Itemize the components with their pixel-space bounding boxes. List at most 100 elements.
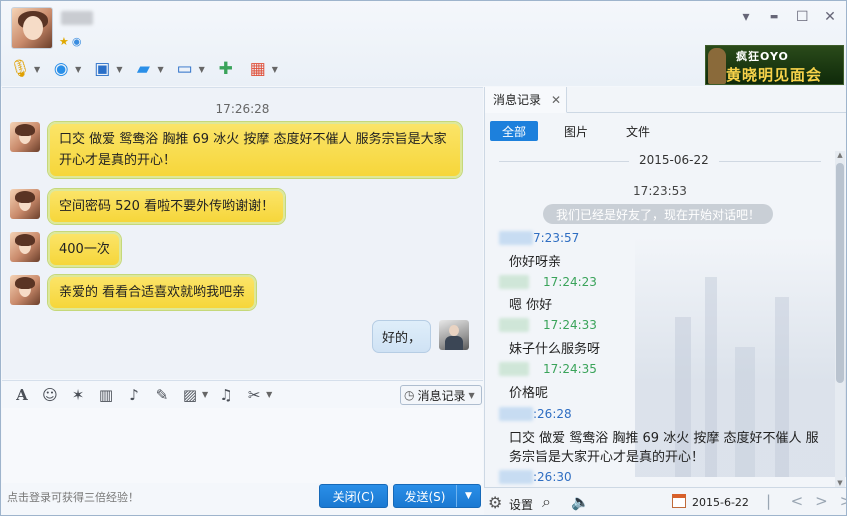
screen-share-button[interactable]: ▭ ▼ <box>174 56 205 82</box>
gif-icon[interactable]: ▥ <box>96 385 116 405</box>
history-sender: 17:24:35 <box>499 362 597 376</box>
image-icon[interactable]: ▨ <box>180 385 200 405</box>
history-pane: 消息记录 ✕ 全部 图片 文件 2015-06-22 17:23:53 我们已经… <box>484 87 846 487</box>
sender-name-blurred <box>499 470 533 484</box>
first-page-icon[interactable]: |< <box>766 492 779 515</box>
message-history-button[interactable]: ◷ 消息记录 ▼ <box>400 385 482 405</box>
sender-name-blurred <box>499 318 529 332</box>
message-row: 亲爱的 看看合适喜欢就哟我吧亲 <box>10 275 257 310</box>
history-timestamp: :26:28 <box>533 407 572 421</box>
history-timestamp: 7:23:57 <box>533 231 580 245</box>
send-button[interactable]: 发送(S) ▼ <box>393 484 481 508</box>
history-footer-date[interactable]: 2015-6-22 <box>692 496 749 509</box>
remote-desktop-button[interactable]: ▣ ▼ <box>91 56 122 82</box>
close-icon[interactable]: ✕ <box>824 9 836 25</box>
chat-messages-area: 17:26:28 口交 做爱 鸳鸯浴 胸推 69 冰火 按摩 态度好不催人 服务… <box>2 87 483 379</box>
history-message[interactable]: 价格呢 <box>509 384 548 403</box>
ad-figure-image <box>708 48 726 84</box>
send-label[interactable]: 发送(S) <box>394 488 456 505</box>
tab-message-history[interactable]: 消息记录 ✕ <box>485 87 567 113</box>
sender-name-blurred <box>499 275 529 289</box>
history-sender: 17:24:33 <box>499 318 597 332</box>
gear-icon[interactable]: ⚙ <box>488 493 502 512</box>
apps-button[interactable]: ▦ ▼ <box>247 56 278 82</box>
search-icon[interactable]: ⌕ <box>542 492 551 512</box>
minimize-icon[interactable]: ▬ <box>768 9 780 25</box>
ad-line1: 疯狂OYO <box>736 50 789 63</box>
screen-share-icon: ▭ <box>176 59 193 79</box>
sender-avatar[interactable] <box>10 275 40 305</box>
history-timestamp: 17:24:33 <box>543 318 597 332</box>
maximize-icon[interactable]: ☐ <box>796 9 809 25</box>
prev-page-icon[interactable]: < <box>791 492 804 515</box>
message-input[interactable] <box>2 408 483 483</box>
sender-name-blurred <box>499 231 533 245</box>
close-button[interactable]: 关闭(C) <box>319 484 388 508</box>
history-timestamp: :26:30 <box>533 470 572 484</box>
filter-files[interactable]: 文件 <box>614 121 662 141</box>
send-options-chevron-icon[interactable]: ▼ <box>456 485 480 507</box>
contact-avatar[interactable] <box>11 7 53 49</box>
message-bubble[interactable]: 亲爱的 看看合适喜欢就哟我吧亲 <box>48 275 257 310</box>
shake-icon[interactable]: ✶ <box>68 385 88 405</box>
menu-dropdown-icon[interactable]: ▾ <box>740 9 752 25</box>
voice-message-icon[interactable]: ♪ <box>124 385 144 405</box>
clock-icon: ◷ <box>404 388 415 402</box>
next-page-icon[interactable]: > <box>815 492 828 515</box>
settings-label[interactable]: 设置 <box>509 496 533 513</box>
scrollbar-thumb[interactable] <box>836 163 844 383</box>
sender-avatar[interactable] <box>10 122 40 152</box>
music-icon[interactable]: ♫ <box>216 385 236 405</box>
input-toolbar: A ☺ ✶ ▥ ♪ ✎ ▨ ▼ ♫ ✂ ▼ ◷ 消息记录 ▼ <box>2 380 483 408</box>
history-first-time: 17:23:53 <box>633 184 687 198</box>
last-page-icon[interactable]: >| <box>840 492 846 515</box>
status-icons: ★ ◉ <box>59 35 81 48</box>
ad-banner[interactable]: 疯狂OYO 黄晓明见面会 <box>705 45 844 85</box>
top-toolbar: 🎙 ▼ ◉ ▼ ▣ ▼ ▰ ▼ ▭ ▼ ✚ ▦ ▼ <box>9 56 278 82</box>
filter-images[interactable]: 图片 <box>552 121 600 141</box>
sender-avatar[interactable] <box>10 189 40 219</box>
my-avatar[interactable] <box>439 320 469 350</box>
video-call-button[interactable]: ◉ ▼ <box>50 56 82 82</box>
screenshot-scissors-icon[interactable]: ✂ <box>244 385 264 405</box>
emoji-icon[interactable]: ☺ <box>40 385 60 405</box>
history-scrollbar[interactable]: ▲ ▼ <box>835 151 845 487</box>
chat-timestamp: 17:26:28 <box>215 102 270 116</box>
history-sender: 17:24:23 <box>499 275 597 289</box>
history-pagination: |< < > >| <box>766 492 846 515</box>
history-message[interactable]: 妹子什么服务呀 <box>509 340 600 359</box>
sender-avatar[interactable] <box>10 232 40 262</box>
history-message[interactable]: 嗯 你好 <box>509 296 552 315</box>
history-message[interactable]: 你好呀亲 <box>509 253 561 272</box>
history-message[interactable]: 口交 做爱 鸳鸯浴 胸推 69 冰火 按摩 态度好不催人 服务宗旨是大家开心才是… <box>509 429 819 467</box>
close-tab-icon[interactable]: ✕ <box>551 93 561 107</box>
edit-icon[interactable]: ✎ <box>152 385 172 405</box>
message-bubble[interactable]: 400一次 <box>48 232 121 267</box>
history-sender: 7:23:57 <box>499 231 579 245</box>
tab-label: 消息记录 <box>493 93 542 107</box>
ad-line2: 黄晓明见面会 <box>726 66 823 84</box>
chevron-down-icon: ▼ <box>468 390 475 400</box>
history-footer: ⚙ 设置 ⌕ 🔈 2015-6-22 |< < > >| <box>484 487 846 515</box>
monitor-icon: ▣ <box>94 59 111 79</box>
speaker-icon[interactable]: 🔈 <box>571 493 590 511</box>
create-discussion-button[interactable]: ✚ <box>215 56 237 82</box>
contact-name[interactable] <box>61 11 93 25</box>
calendar-icon[interactable] <box>672 494 686 508</box>
chat-add-icon: ✚ <box>218 59 233 79</box>
voice-call-button[interactable]: 🎙 ▼ <box>9 56 40 82</box>
date-divider: 2015-06-22 <box>499 153 821 169</box>
scroll-up-icon[interactable]: ▲ <box>835 151 845 159</box>
filter-all[interactable]: 全部 <box>490 121 539 141</box>
scroll-down-icon[interactable]: ▼ <box>835 479 845 487</box>
chat-window: ★ ◉ ▾ ▬ ☐ ✕ 🎙 ▼ ◉ ▼ ▣ ▼ ▰ ▼ ▭ ▼ ✚ ▦ ▼ 疯狂OYO 黄 <box>0 0 847 516</box>
message-bubble[interactable]: 空间密码 520 看啦不要外传哟谢谢！ <box>48 189 286 224</box>
history-sender: :26:30 <box>499 470 572 484</box>
font-icon[interactable]: A <box>12 385 32 405</box>
history-timestamp: 17:24:35 <box>543 362 597 376</box>
login-tip[interactable]: 点击登录可获得三倍经验！ <box>7 489 139 505</box>
outgoing-message-bubble[interactable]: 好的， <box>371 320 431 353</box>
microphone-icon: 🎙 <box>9 59 31 79</box>
message-bubble[interactable]: 口交 做爱 鸳鸯浴 胸推 69 冰火 按摩 态度好不催人 服务宗旨是大家开心才是… <box>48 122 462 178</box>
send-file-button[interactable]: ▰ ▼ <box>132 56 164 82</box>
